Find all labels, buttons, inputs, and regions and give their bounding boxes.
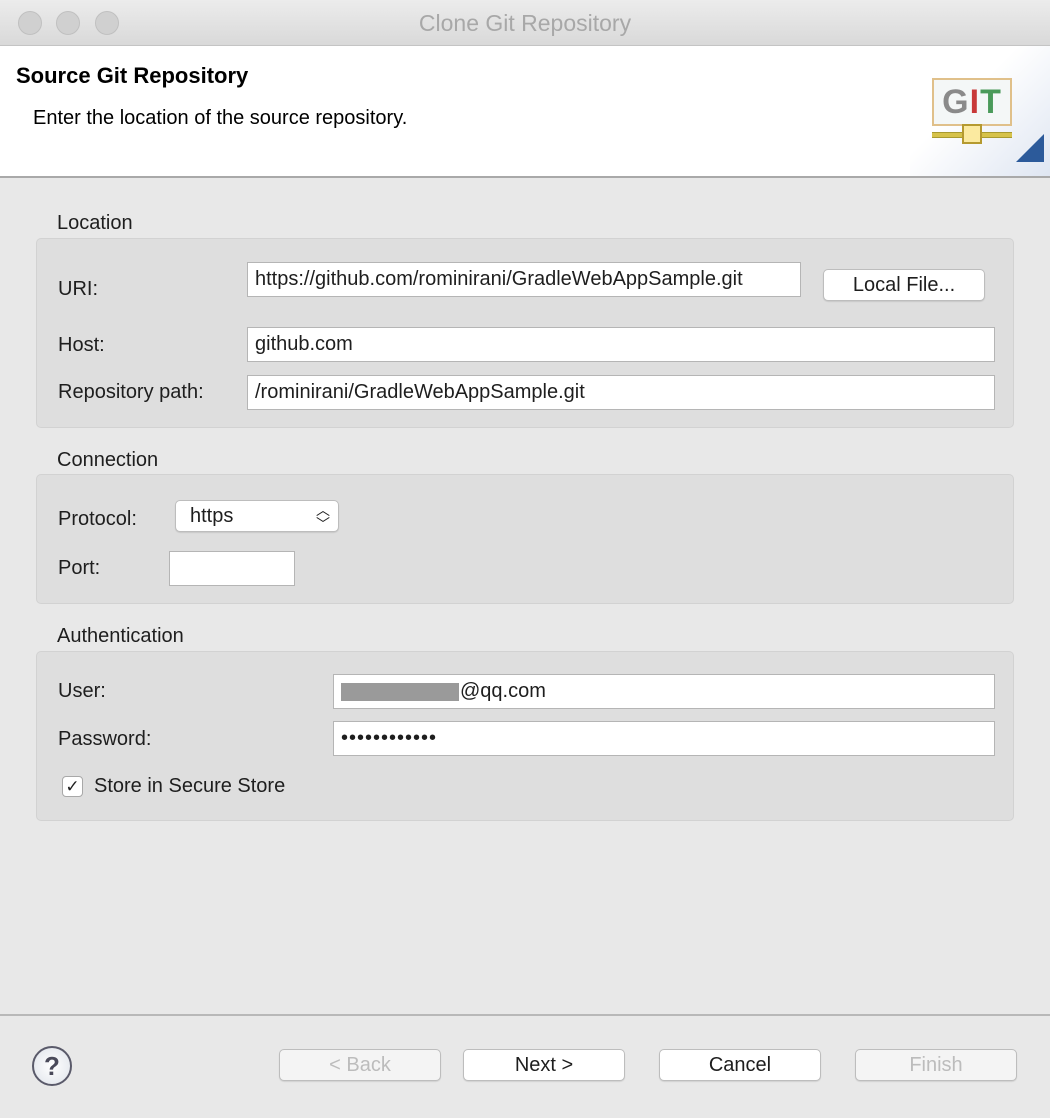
host-input[interactable]: github.com: [247, 327, 995, 362]
next-button[interactable]: Next >: [463, 1049, 625, 1081]
protocol-select[interactable]: https ︿ ﹀: [175, 500, 339, 532]
minimize-window-button[interactable]: [56, 11, 80, 35]
protocol-value: https: [190, 505, 234, 527]
chevron-up-down-icon: ︿ ﹀: [316, 502, 330, 532]
store-secure-label: Store in Secure Store: [94, 775, 286, 797]
cancel-button[interactable]: Cancel: [659, 1049, 821, 1081]
back-button[interactable]: < Back: [279, 1049, 441, 1081]
uri-label: URI:: [58, 278, 98, 300]
close-window-button[interactable]: [18, 11, 42, 35]
user-label: User:: [58, 680, 106, 702]
page-description: Enter the location of the source reposit…: [33, 107, 408, 129]
wizard-header: Source Git Repository Enter the location…: [0, 46, 1050, 178]
password-label: Password:: [58, 728, 152, 750]
help-icon[interactable]: ?: [32, 1046, 72, 1086]
page-title: Source Git Repository: [16, 63, 249, 88]
store-secure-checkbox[interactable]: ✓: [62, 776, 83, 797]
protocol-label: Protocol:: [58, 508, 137, 530]
uri-input[interactable]: https://github.com/rominirani/GradleWebA…: [247, 262, 801, 297]
checkmark-icon: ✓: [65, 777, 80, 796]
user-value: @qq.com: [460, 680, 546, 702]
finish-button[interactable]: Finish: [855, 1049, 1017, 1081]
port-input[interactable]: [169, 551, 295, 586]
title-bar: Clone Git Repository: [0, 0, 1050, 46]
local-file-button[interactable]: Local File...: [823, 269, 985, 301]
git-logo-icon: GIT: [910, 46, 1050, 176]
repository-path-input[interactable]: /rominirani/GradleWebAppSample.git: [247, 375, 995, 410]
password-input[interactable]: ••••••••••••: [333, 721, 995, 756]
user-input[interactable]: @qq.com: [333, 674, 995, 709]
connection-group-label: Connection: [57, 449, 159, 471]
redacted-text: [341, 682, 459, 701]
host-label: Host:: [58, 334, 105, 356]
location-group-label: Location: [57, 212, 133, 234]
authentication-group-label: Authentication: [57, 625, 184, 647]
window-title: Clone Git Repository: [418, 10, 632, 36]
repository-path-label: Repository path:: [58, 381, 204, 403]
zoom-window-button[interactable]: [95, 11, 119, 35]
footer-divider: [0, 1014, 1050, 1016]
port-label: Port:: [58, 557, 101, 579]
